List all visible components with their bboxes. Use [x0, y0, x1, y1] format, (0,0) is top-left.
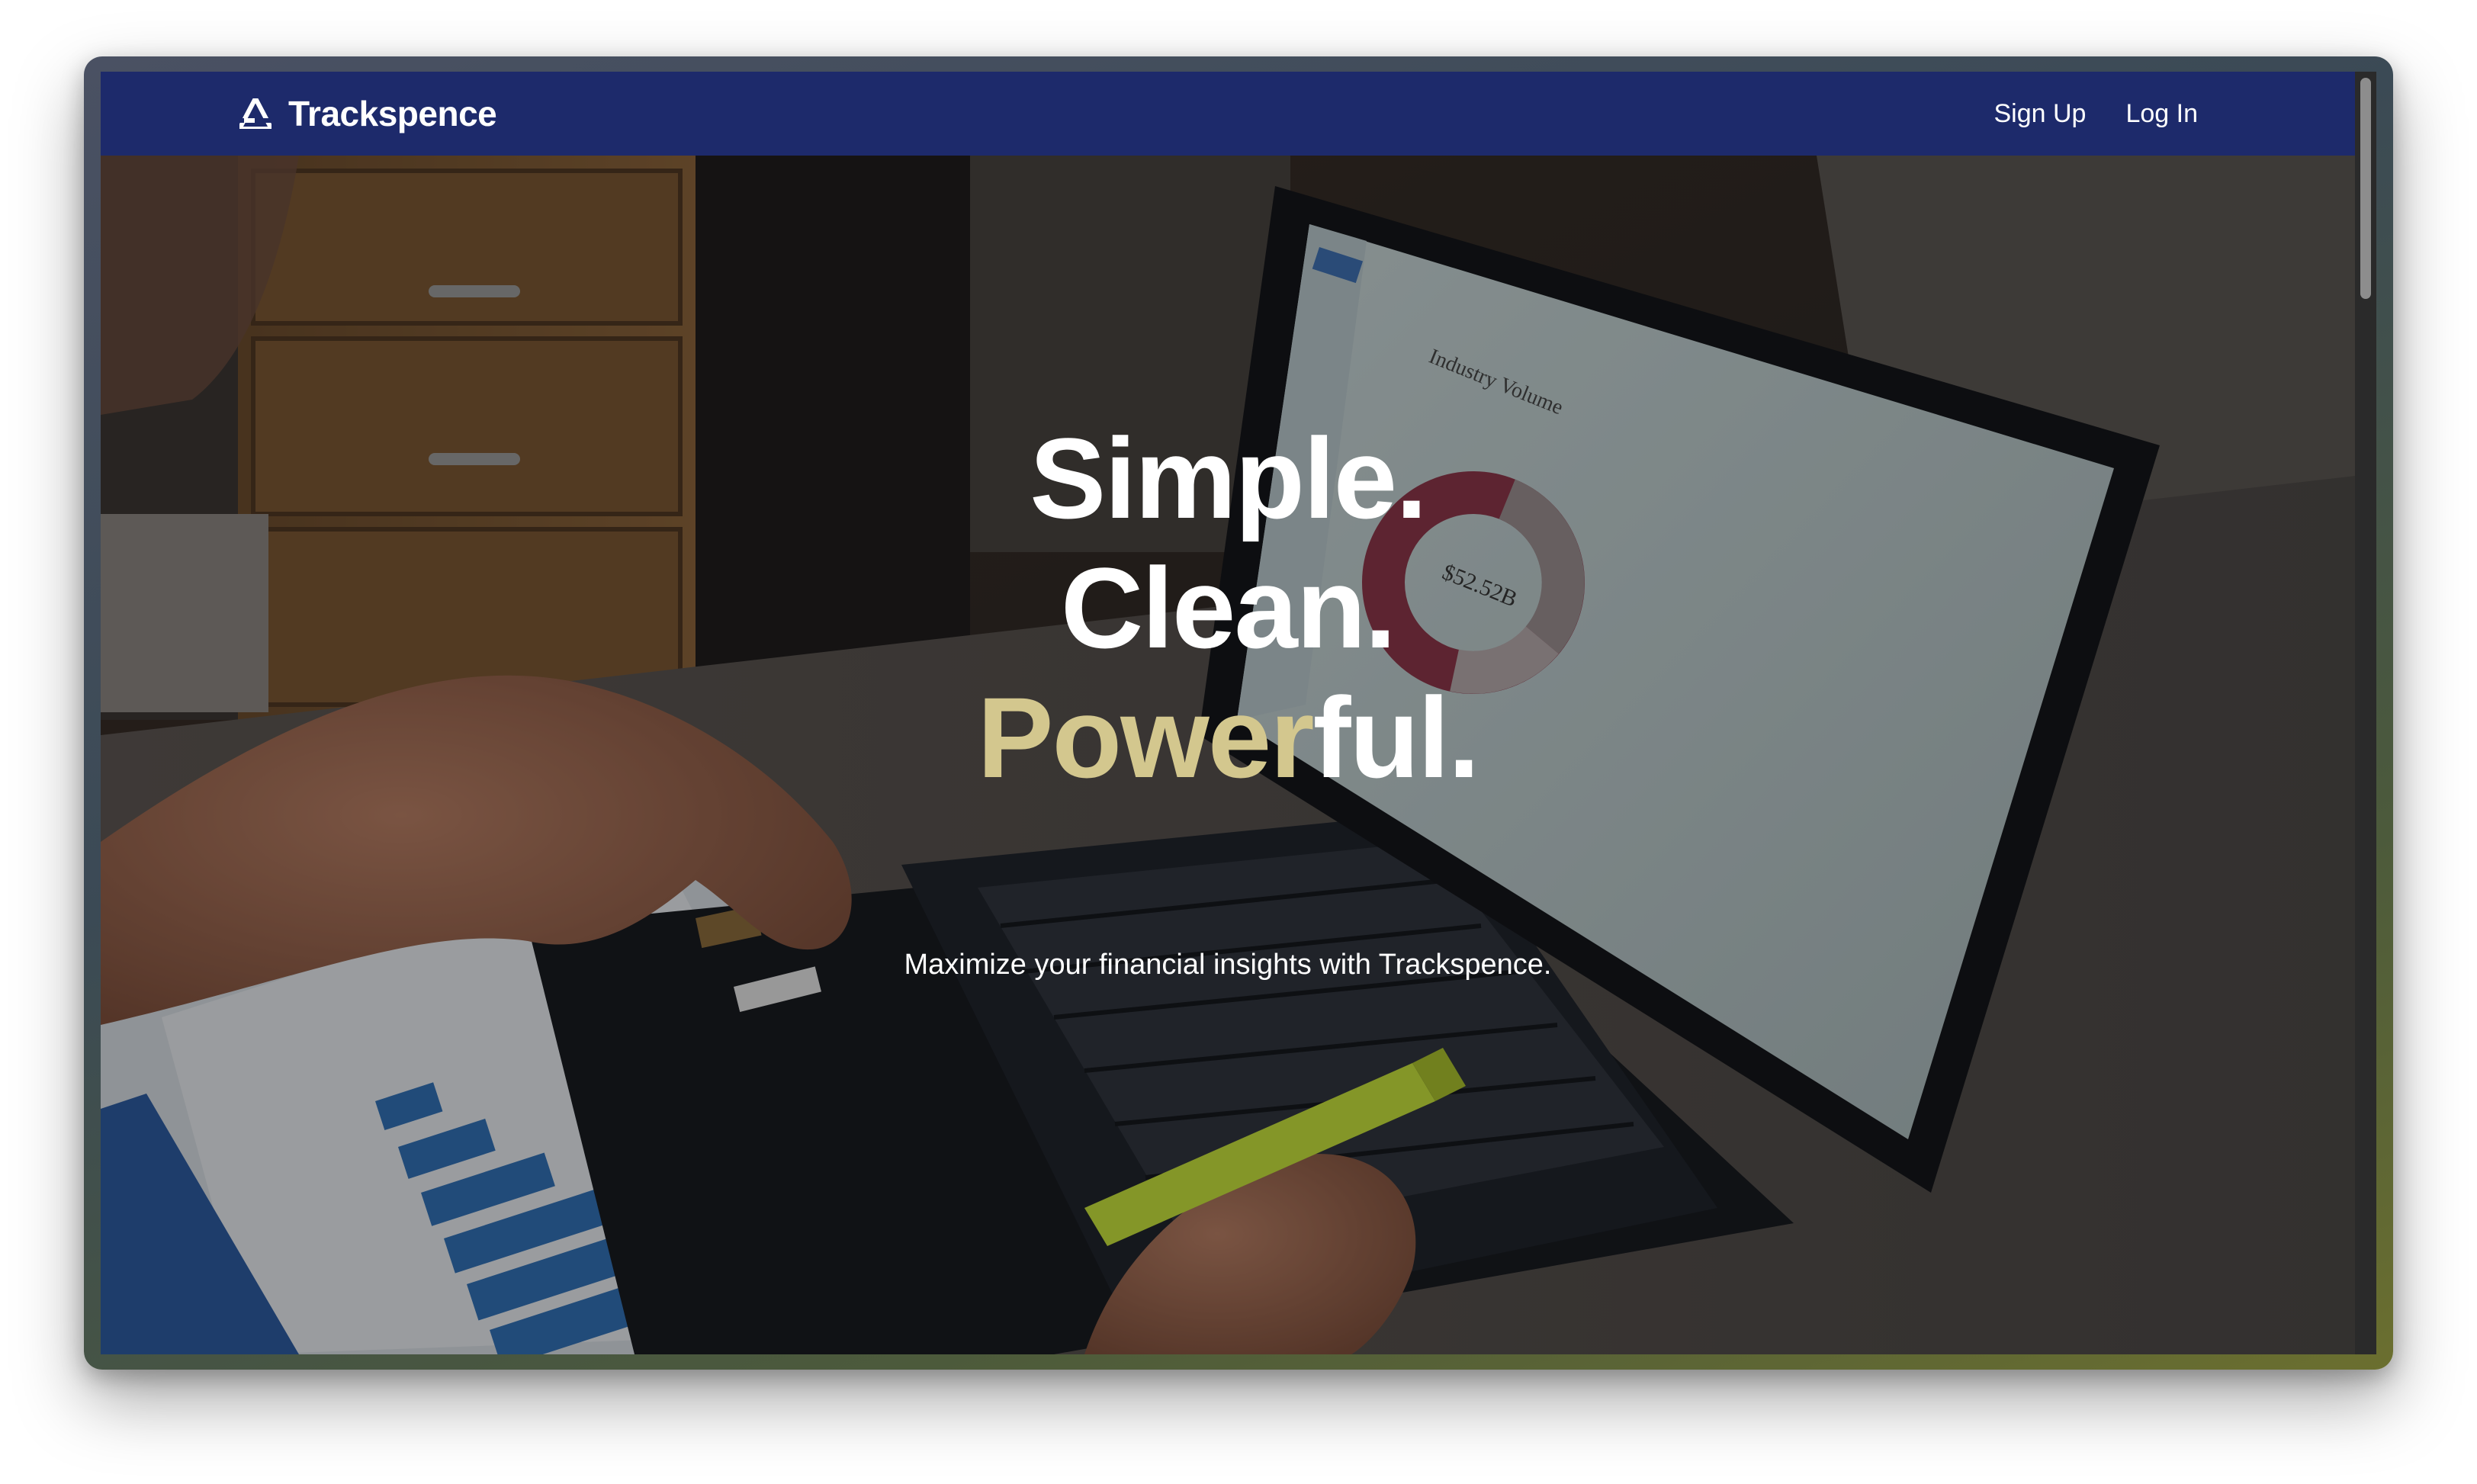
trackspence-logo-icon: [239, 98, 271, 129]
page-scrollbar[interactable]: [2355, 72, 2376, 1354]
headline-accent-power: Power: [977, 673, 1314, 801]
page: Trackspence Sign Up Log In $52.52B Indus…: [0, 0, 2477, 1484]
hero-headline: Simple. Clean. Powerful.: [101, 413, 2355, 802]
scrollbar-thumb[interactable]: [2360, 78, 2371, 299]
hero-section: $52.52B Industry Volume Simple. Clean. P…: [101, 156, 2355, 1354]
brand-name: Trackspence: [288, 94, 497, 133]
hero-subtitle: Maximize your financial insights with Tr…: [904, 949, 1552, 981]
sign-up-link[interactable]: Sign Up: [1994, 99, 2087, 129]
headline-ful: ful.: [1312, 673, 1480, 801]
browser-viewport: Trackspence Sign Up Log In $52.52B Indus…: [101, 72, 2376, 1354]
headline-line-clean: Clean.: [1060, 544, 1396, 672]
log-in-link[interactable]: Log In: [2125, 99, 2198, 129]
headline-line-powerful: Powerful.: [101, 673, 2355, 802]
browser-window: Trackspence Sign Up Log In $52.52B Indus…: [84, 56, 2393, 1370]
nav-links: Sign Up Log In: [1994, 72, 2199, 156]
headline-line-simple: Simple.: [1030, 414, 1428, 542]
top-navbar: Trackspence Sign Up Log In: [101, 72, 2355, 156]
brand-home-link[interactable]: Trackspence: [239, 72, 497, 156]
